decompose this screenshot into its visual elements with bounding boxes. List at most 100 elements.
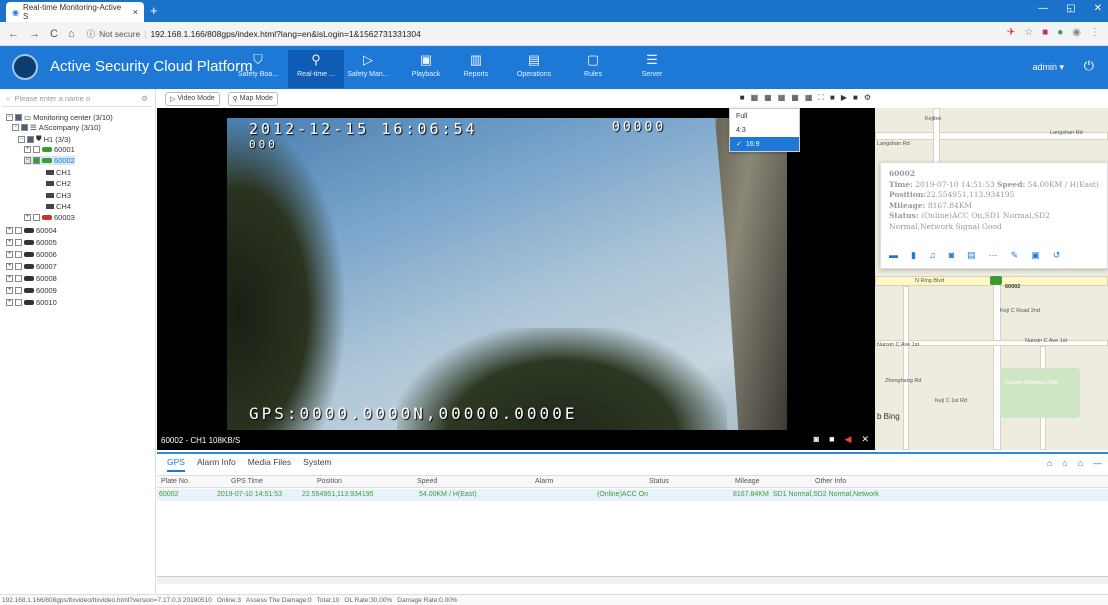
tab-alarm-info[interactable]: Alarm Info (197, 457, 236, 472)
phone-icon[interactable]: ▮ (911, 250, 916, 261)
settings-icon[interactable]: ⚙ (141, 94, 148, 103)
tree-channel-ch4[interactable]: CH4 (46, 202, 71, 211)
vehicle-marker-icon[interactable] (990, 276, 1002, 285)
layout-9-icon[interactable]: ▦ (791, 93, 799, 103)
checkbox[interactable] (15, 275, 22, 282)
reload-icon[interactable]: C (50, 28, 58, 40)
expand-icon[interactable]: + (6, 239, 13, 246)
ratio-option-full[interactable]: Full (730, 109, 799, 123)
nav-safety-management[interactable]: ▷ Safety Man... (340, 50, 396, 88)
nav-rules[interactable]: ▢ Rules (565, 50, 621, 88)
tree-node-60005[interactable]: +60005 (6, 238, 57, 247)
logout-icon[interactable]: ⏻ (1084, 58, 1094, 74)
fullscreen-icon[interactable]: ✕ (861, 434, 869, 445)
tree-node-60007[interactable]: +60007 (6, 262, 57, 271)
nav-server[interactable]: ☰ Server (624, 50, 680, 88)
tree-channel-ch3[interactable]: CH3 (46, 191, 71, 200)
translate-icon[interactable]: ✈ (1007, 27, 1015, 38)
back-icon[interactable]: ← (8, 28, 19, 40)
bookmark-star-icon[interactable]: ☆ (1024, 27, 1033, 38)
extension-icon[interactable]: ■ (1042, 27, 1048, 38)
tree-node-60009[interactable]: +60009 (6, 286, 57, 295)
expand-icon[interactable]: + (6, 251, 13, 258)
tree-channel-ch2[interactable]: CH2 (46, 179, 71, 188)
nav-playback[interactable]: ▣ Playback (398, 50, 454, 88)
column-header[interactable]: Status (649, 476, 669, 488)
column-header[interactable]: Position (317, 476, 342, 488)
tools-icon[interactable]: ✎ (1011, 250, 1019, 261)
checkbox[interactable] (15, 287, 22, 294)
tree-channel-ch1[interactable]: CH1 (46, 168, 71, 177)
map-view[interactable]: Langshan Rd Langshan Rd Kejibei N Ring B… (875, 108, 1108, 450)
stop-all-icon[interactable]: ■ (853, 93, 858, 103)
new-tab-button[interactable]: + (150, 3, 158, 18)
horizontal-scrollbar[interactable] (157, 576, 1108, 584)
nav-reports[interactable]: ▥ Reports (448, 50, 504, 88)
profile-icon[interactable]: ◉ (1072, 27, 1081, 38)
column-header[interactable]: Alarm (535, 476, 553, 488)
nav-safety-board[interactable]: ⛉ Safety Boa... (230, 50, 286, 88)
checkbox[interactable] (15, 227, 22, 234)
sound-icon[interactable]: ◀ (845, 434, 852, 445)
expand-icon[interactable]: + (6, 227, 13, 234)
tree-node-h1[interactable]: − ⛊ H1 (3/3) (18, 134, 71, 144)
lock-icon[interactable]: ⌂ (1047, 458, 1052, 468)
column-header[interactable]: GPS Time (231, 476, 263, 488)
layout-4-icon[interactable]: ▦ (751, 93, 759, 103)
expand-icon[interactable]: + (24, 214, 31, 221)
tab-system[interactable]: System (303, 457, 331, 472)
tree-node-60006[interactable]: +60006 (6, 250, 57, 259)
maximize-icon[interactable]: ◱ (1066, 3, 1075, 14)
ratio-option-4-3[interactable]: 4:3 (730, 123, 799, 137)
play-all-icon[interactable]: ▶ (841, 93, 847, 103)
listen-icon[interactable]: ♫ (929, 250, 936, 261)
checkbox[interactable] (27, 135, 34, 143)
browser-tab[interactable]: ◉ Real-time Monitoring-Active S × (6, 2, 144, 22)
map-mode-button[interactable]: ⚲ Map Mode (227, 91, 278, 106)
tree-node-60003[interactable]: +60003 (24, 213, 75, 222)
snapshot-icon[interactable]: ◙ (814, 434, 819, 445)
expand-icon[interactable]: + (6, 299, 13, 306)
tree-node-60010[interactable]: +60010 (6, 298, 57, 307)
settings-icon[interactable]: ⚙ (864, 93, 871, 103)
checkbox[interactable] (33, 146, 40, 153)
checkbox[interactable] (33, 157, 40, 164)
search-box[interactable]: ○ Please enter a name o ⚙ (2, 91, 152, 107)
checkbox[interactable] (33, 214, 40, 221)
table-row[interactable]: 60002 2019-07-10 14:51:53 22.554951,113.… (157, 489, 1108, 501)
chrome-extension-icon[interactable]: ● (1057, 27, 1063, 38)
layout-1-icon[interactable]: ■ (740, 93, 745, 103)
collapse-icon[interactable]: − (6, 114, 13, 121)
video-mode-button[interactable]: ▷ Video Mode (165, 91, 220, 106)
column-header[interactable]: Mileage (735, 476, 760, 488)
nav-operations[interactable]: ▤ Operations (506, 50, 562, 88)
expand-icon[interactable]: + (24, 146, 31, 153)
checkbox[interactable] (21, 124, 28, 131)
collapse-icon[interactable]: − (24, 157, 31, 164)
expand-icon[interactable]: + (6, 275, 13, 282)
camera-icon[interactable]: ◙ (949, 250, 954, 261)
menu-icon[interactable]: ⋮ (1090, 27, 1100, 38)
refresh-icon[interactable]: ⌂ (1078, 458, 1083, 468)
tree-node-60008[interactable]: +60008 (6, 274, 57, 283)
tree-node-60004[interactable]: +60004 (6, 226, 57, 235)
forward-icon[interactable]: → (29, 28, 40, 40)
checkbox[interactable] (15, 239, 22, 246)
message-icon[interactable]: ▤ (967, 250, 976, 261)
expand-icon[interactable]: + (6, 263, 13, 270)
layout-8-icon[interactable]: ▦ (778, 93, 786, 103)
stream-icon[interactable]: ■ (830, 93, 835, 103)
layout-16-icon[interactable]: ▦ (805, 93, 813, 103)
video-icon[interactable]: ▬ (889, 250, 898, 261)
column-header[interactable]: Plate No. (161, 476, 190, 488)
tab-gps[interactable]: GPS (167, 457, 185, 472)
layout-6-icon[interactable]: ▦ (764, 93, 772, 103)
aspect-ratio-icon[interactable]: ⛶ (818, 93, 824, 103)
column-header[interactable]: Other Info (815, 476, 846, 488)
home-icon[interactable]: ⌂ (68, 28, 75, 40)
url-field[interactable]: ⓘ Not secure | 192.168.1.166/808gps/inde… (87, 28, 421, 40)
expand-icon[interactable]: + (6, 287, 13, 294)
close-tab-icon[interactable]: × (133, 7, 138, 17)
report-icon[interactable]: ▣ (1031, 250, 1040, 261)
history-icon[interactable]: ↺ (1053, 250, 1061, 261)
